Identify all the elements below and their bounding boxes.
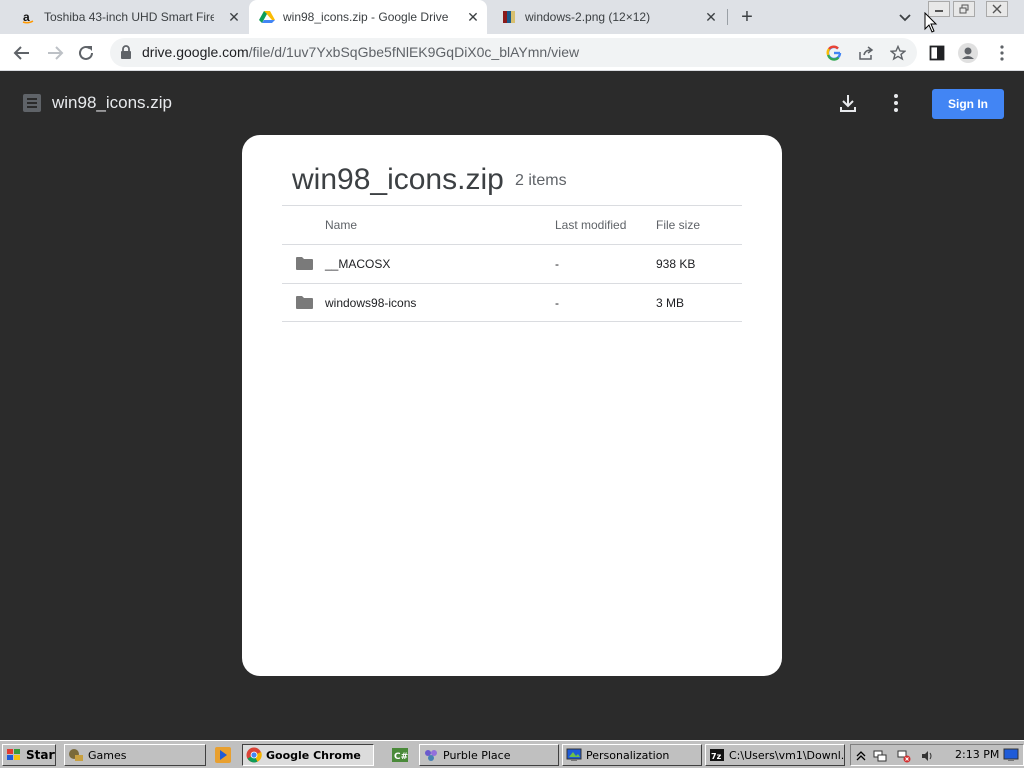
back-icon[interactable] <box>12 43 32 63</box>
row-modified: - <box>555 296 559 310</box>
reload-icon[interactable] <box>76 43 96 63</box>
row-size: 3 MB <box>656 296 685 310</box>
archive-table: Name Last modified File size __MACOSX - … <box>282 205 742 322</box>
taskbar: Start Games Google Chrome C# Purble Plac… <box>0 740 1024 768</box>
tab-divider <box>727 9 728 25</box>
row-modified: - <box>555 257 559 271</box>
row-name: __MACOSX <box>325 257 391 271</box>
archive-contents-card: win98_icons.zip 2 items Name Last modifi… <box>242 135 782 676</box>
tab-title: Toshiba 43-inch UHD Smart Fire TV <box>44 10 214 24</box>
close-tab-icon[interactable]: ✕ <box>703 9 719 25</box>
start-button[interactable]: Start <box>2 744 56 766</box>
media-player-icon[interactable] <box>214 746 232 764</box>
browser-toolbar: drive.google.com/file/d/1uv7YxbSqGbe5fNl… <box>0 34 1024 71</box>
taskbar-item-google-chrome[interactable]: Google Chrome <box>242 744 374 766</box>
close-tab-icon[interactable]: ✕ <box>226 9 242 25</box>
taskbar-item-label: Purble Place <box>443 748 511 762</box>
svg-text:7z: 7z <box>711 752 722 761</box>
table-row[interactable]: windows98-icons - 3 MB <box>282 283 742 322</box>
profile-avatar-icon[interactable] <box>958 43 978 63</box>
amazon-icon: a <box>20 9 36 25</box>
folder-icon <box>296 296 313 309</box>
taskbar-item-personalization[interactable]: Personalization <box>562 744 702 766</box>
address-bar[interactable]: drive.google.com/file/d/1uv7YxbSqGbe5fNl… <box>110 38 917 67</box>
tab-amazon[interactable]: a Toshiba 43-inch UHD Smart Fire TV ✕ <box>12 0 248 34</box>
share-icon[interactable] <box>857 44 875 62</box>
close-tab-icon[interactable]: ✕ <box>465 9 481 25</box>
viewer-header: win98_icons.zip Sign In <box>0 71 1024 135</box>
clock[interactable]: 2:13 PM <box>955 745 999 765</box>
tab-google-drive[interactable]: win98_icons.zip - Google Drive ✕ <box>249 0 487 34</box>
table-header-row: Name Last modified File size <box>282 205 742 244</box>
tab-title: win98_icons.zip - Google Drive <box>283 10 449 24</box>
archive-title: win98_icons.zip <box>292 163 504 196</box>
column-header-name[interactable]: Name <box>325 206 357 244</box>
more-actions-icon[interactable] <box>887 93 905 113</box>
row-name: windows98-icons <box>325 296 417 310</box>
google-icon[interactable] <box>825 44 843 62</box>
forward-icon[interactable] <box>45 43 65 63</box>
archive-file-icon <box>23 94 41 112</box>
new-tab-button[interactable]: + <box>737 7 757 27</box>
chevron-down-icon[interactable] <box>896 8 914 26</box>
taskbar-item-label: C:\Users\vm1\Downl... <box>729 748 845 762</box>
chrome-icon <box>246 747 262 763</box>
network-error-icon[interactable] <box>897 748 911 763</box>
image-icon <box>501 9 517 25</box>
restore-button[interactable] <box>953 1 975 17</box>
seven-zip-icon: 7z <box>710 749 724 761</box>
tab-image[interactable]: windows-2.png (12×12) ✕ <box>489 0 725 34</box>
viewer-file-name: win98_icons.zip <box>52 93 173 112</box>
tab-strip: a Toshiba 43-inch UHD Smart Fire TV ✕ wi… <box>0 0 1024 34</box>
folder-icon <box>296 257 313 270</box>
mouse-cursor-icon <box>924 11 938 34</box>
personalization-icon <box>566 748 582 761</box>
url-text[interactable]: drive.google.com/file/d/1uv7YxbSqGbe5fNl… <box>142 38 579 67</box>
table-row[interactable]: __MACOSX - 938 KB <box>282 244 742 283</box>
taskbar-item-7zip[interactable]: 7z C:\Users\vm1\Downl... <box>705 744 845 766</box>
taskbar-item-purble-place[interactable]: Purble Place <box>419 744 559 766</box>
show-desktop-icon[interactable] <box>1003 747 1021 765</box>
row-size: 938 KB <box>656 257 696 271</box>
volume-icon[interactable] <box>920 748 934 762</box>
purble-place-icon <box>425 750 437 761</box>
download-icon[interactable] <box>838 93 858 113</box>
svg-text:C#: C# <box>394 752 408 762</box>
start-label: Start <box>26 748 55 762</box>
lock-icon[interactable] <box>120 45 134 60</box>
taskbar-item-label: Games <box>88 748 127 762</box>
network-icon[interactable] <box>873 748 887 762</box>
sign-in-button[interactable]: Sign In <box>932 89 1004 119</box>
tab-title: windows-2.png (12×12) <box>525 10 651 24</box>
url-host: drive.google.com <box>142 44 249 60</box>
url-path: /file/d/1uv7YxbSqGbe5fNlEK9GqDiX0c_blAYm… <box>248 44 580 60</box>
windows-logo-icon <box>7 749 20 760</box>
google-drive-icon <box>259 9 275 25</box>
taskbar-item-label: Personalization <box>586 748 670 762</box>
more-vertical-icon[interactable] <box>992 43 1012 63</box>
close-window-button[interactable] <box>986 1 1008 17</box>
csharp-app-icon[interactable]: C# <box>391 746 409 764</box>
star-icon[interactable] <box>889 44 907 62</box>
taskbar-item-label: Google Chrome <box>266 748 361 762</box>
taskbar-item-games[interactable]: Games <box>64 744 206 766</box>
item-count: 2 items <box>515 172 567 189</box>
games-folder-icon <box>69 749 83 761</box>
side-panel-icon[interactable] <box>927 43 947 63</box>
tray-expand-icon[interactable] <box>854 748 868 762</box>
system-tray: 2:13 PM <box>850 744 1024 766</box>
column-header-size[interactable]: File size <box>656 206 700 244</box>
column-header-modified[interactable]: Last modified <box>555 206 626 244</box>
